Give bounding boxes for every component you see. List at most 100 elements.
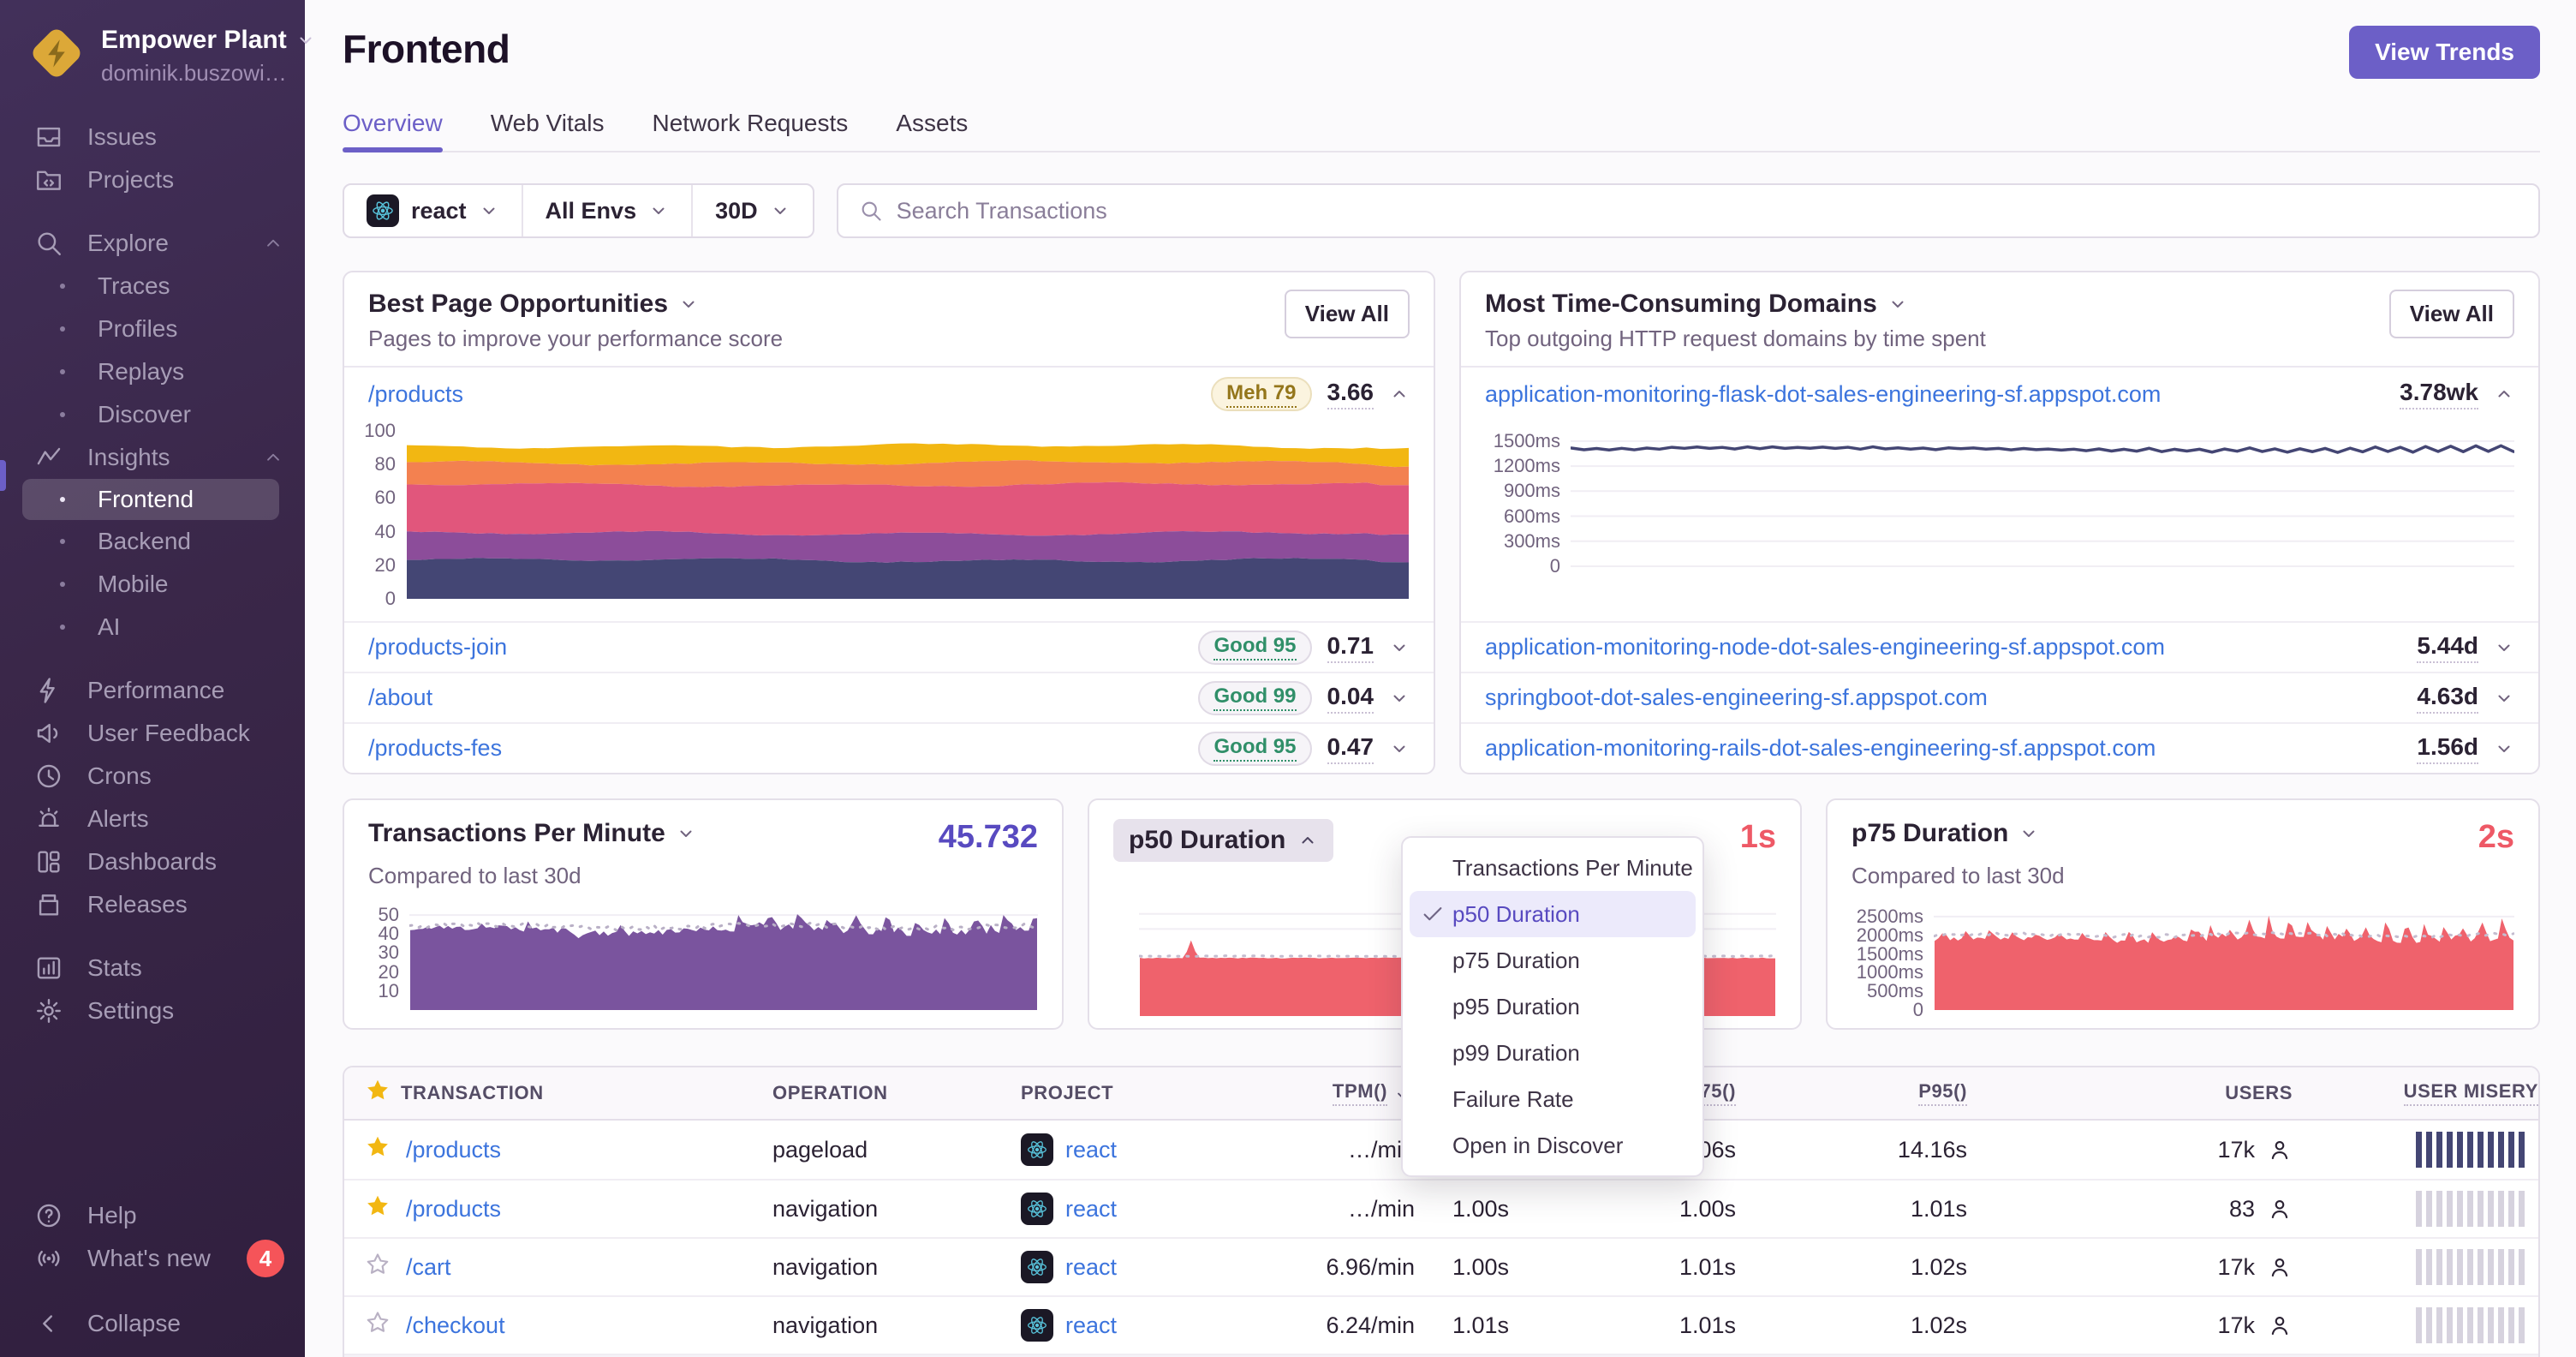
view-trends-button[interactable]: View Trends bbox=[2349, 26, 2540, 79]
org-switcher[interactable]: Empower Plant dominik.buszowiec… bbox=[0, 0, 312, 87]
sidebar-item-issues[interactable]: Issues bbox=[0, 116, 305, 158]
view-all-button[interactable]: View All bbox=[2388, 290, 2514, 338]
sidebar-item-frontend[interactable]: Frontend bbox=[22, 479, 279, 520]
sidebar-item-projects[interactable]: Projects bbox=[0, 158, 305, 201]
project-filter[interactable]: react bbox=[344, 185, 522, 236]
transaction-link[interactable]: /products bbox=[406, 1196, 501, 1222]
tpm-metric-card: Transactions Per Minute 45.732 Compared … bbox=[343, 798, 1064, 1030]
domain-row[interactable]: application-monitoring-rails-dot-sales-e… bbox=[1461, 722, 2538, 773]
chevron-down-icon[interactable] bbox=[2494, 688, 2514, 708]
metric-dropdown-menu: Transactions Per Minute p50 Duration p75… bbox=[1401, 836, 1704, 1177]
column-p95[interactable]: P95() bbox=[1736, 1080, 1967, 1106]
table-row[interactable]: /checkout navigation react 6.24/min 1.01… bbox=[344, 1295, 2538, 1354]
panel-title-selector[interactable]: Best Page Opportunities bbox=[368, 290, 783, 319]
page-row[interactable]: /about Good 99 0.04 bbox=[344, 672, 1434, 722]
page-row-expanded[interactable]: /products Meh 79 3.66 bbox=[344, 368, 1434, 421]
menu-item-p99-duration[interactable]: p99 Duration bbox=[1410, 1030, 1696, 1076]
table-row[interactable]: /cart navigation react 6.96/min 1.00s 1.… bbox=[344, 1237, 2538, 1295]
sidebar-item-explore[interactable]: Explore bbox=[0, 222, 305, 265]
page-row[interactable]: /products-fes Good 95 0.47 bbox=[344, 722, 1434, 773]
sidebar-item-releases[interactable]: Releases bbox=[0, 883, 305, 926]
sidebar-item-label: Releases bbox=[87, 891, 188, 918]
page-link[interactable]: /products-fes bbox=[368, 735, 502, 762]
sidebar-item-user-feedback[interactable]: User Feedback bbox=[0, 712, 305, 755]
table-row[interactable]: /products navigation react …/min 1.00s 1… bbox=[344, 1179, 2538, 1237]
bullet-icon bbox=[48, 412, 77, 417]
menu-item-p75-duration[interactable]: p75 Duration bbox=[1410, 937, 1696, 983]
domain-link[interactable]: application-monitoring-rails-dot-sales-e… bbox=[1485, 735, 2156, 762]
sidebar-item-traces[interactable]: Traces bbox=[0, 265, 305, 308]
project-link[interactable]: react bbox=[1065, 1312, 1117, 1339]
sidebar-item-insights[interactable]: Insights bbox=[0, 436, 305, 479]
sidebar-item-ai[interactable]: AI bbox=[0, 606, 305, 649]
domain-link[interactable]: application-monitoring-node-dot-sales-en… bbox=[1485, 634, 2165, 661]
column-project[interactable]: PROJECT bbox=[1021, 1082, 1303, 1104]
domain-link[interactable]: application-monitoring-flask-dot-sales-e… bbox=[1485, 381, 2161, 408]
favorite-star-icon[interactable] bbox=[365, 1193, 391, 1219]
chevron-down-icon[interactable] bbox=[1389, 637, 1410, 658]
sidebar-item-crons[interactable]: Crons bbox=[0, 755, 305, 798]
sidebar-item-alerts[interactable]: Alerts bbox=[0, 798, 305, 840]
transaction-link[interactable]: /checkout bbox=[406, 1312, 505, 1338]
sidebar-item-discover[interactable]: Discover bbox=[0, 393, 305, 436]
view-all-button[interactable]: View All bbox=[1284, 290, 1410, 338]
chevron-down-icon[interactable] bbox=[1389, 738, 1410, 759]
date-range-filter[interactable]: 30D bbox=[691, 185, 813, 236]
favorite-star-icon[interactable] bbox=[365, 1310, 391, 1336]
column-users[interactable]: USERS bbox=[1967, 1082, 2293, 1104]
sidebar-item-mobile[interactable]: Mobile bbox=[0, 563, 305, 606]
tab-assets[interactable]: Assets bbox=[896, 110, 968, 151]
domain-row[interactable]: application-monitoring-node-dot-sales-en… bbox=[1461, 621, 2538, 672]
chevron-up-icon[interactable] bbox=[2494, 384, 2514, 404]
panel-title-selector[interactable]: Most Time-Consuming Domains bbox=[1485, 290, 1986, 319]
transaction-link[interactable]: /cart bbox=[406, 1254, 451, 1280]
column-tpm[interactable]: TPM() bbox=[1303, 1080, 1415, 1106]
sidebar-item-collapse[interactable]: Collapse bbox=[0, 1302, 305, 1345]
project-link[interactable]: react bbox=[1065, 1254, 1117, 1281]
tab-overview[interactable]: Overview bbox=[343, 110, 443, 152]
chevron-down-icon[interactable] bbox=[1389, 688, 1410, 708]
menu-item-p50-duration[interactable]: p50 Duration bbox=[1410, 891, 1696, 937]
tab-network-requests[interactable]: Network Requests bbox=[653, 110, 849, 151]
sidebar-item-performance[interactable]: Performance bbox=[0, 669, 305, 712]
column-favorite[interactable] bbox=[344, 1078, 401, 1109]
chevron-down-icon[interactable] bbox=[2494, 738, 2514, 759]
metric-selector-open[interactable]: p50 Duration bbox=[1113, 819, 1334, 862]
menu-item-failure-rate[interactable]: Failure Rate bbox=[1410, 1076, 1696, 1122]
project-link[interactable]: react bbox=[1065, 1196, 1117, 1222]
page-link[interactable]: /products bbox=[368, 381, 463, 408]
chevron-down-icon[interactable] bbox=[2494, 637, 2514, 658]
sidebar-item-profiles[interactable]: Profiles bbox=[0, 308, 305, 350]
page-row[interactable]: /products-join Good 95 0.71 bbox=[344, 621, 1434, 672]
favorite-star-icon[interactable] bbox=[365, 1134, 391, 1160]
table-row[interactable]: /products-join pageload react 3.88/min 1… bbox=[344, 1354, 2538, 1357]
sidebar-item-help[interactable]: Help bbox=[0, 1194, 305, 1237]
metric-selector[interactable]: Transactions Per Minute bbox=[368, 819, 696, 848]
transaction-link[interactable]: /products bbox=[406, 1137, 501, 1163]
menu-item-transactions-per-minute[interactable]: Transactions Per Minute bbox=[1410, 845, 1696, 891]
sidebar-item-stats[interactable]: Stats bbox=[0, 947, 305, 989]
domain-link[interactable]: springboot-dot-sales-engineering-sf.apps… bbox=[1485, 684, 1988, 711]
page-link[interactable]: /about bbox=[368, 684, 432, 711]
environment-filter[interactable]: All Envs bbox=[521, 185, 692, 236]
sidebar-item-what-s-new[interactable]: What's new 4 bbox=[0, 1237, 305, 1280]
tab-web-vitals[interactable]: Web Vitals bbox=[491, 110, 605, 151]
menu-item-p95-duration[interactable]: p95 Duration bbox=[1410, 983, 1696, 1030]
column-user-misery[interactable]: USER MISERY bbox=[2293, 1080, 2538, 1106]
chevron-up-icon[interactable] bbox=[1389, 384, 1410, 404]
metric-selector[interactable]: p75 Duration bbox=[1852, 819, 2039, 848]
axis-tick-label: 1200ms bbox=[1493, 455, 1560, 477]
search-input[interactable] bbox=[896, 197, 2518, 224]
sidebar-item-settings[interactable]: Settings bbox=[0, 989, 305, 1032]
domain-row[interactable]: springboot-dot-sales-engineering-sf.apps… bbox=[1461, 672, 2538, 722]
sidebar-item-backend[interactable]: Backend bbox=[0, 520, 305, 563]
menu-item-open-in-discover[interactable]: Open in Discover bbox=[1410, 1122, 1696, 1169]
page-link[interactable]: /products-join bbox=[368, 634, 507, 661]
project-link[interactable]: react bbox=[1065, 1137, 1117, 1163]
column-operation[interactable]: OPERATION bbox=[772, 1082, 1021, 1104]
sidebar-item-replays[interactable]: Replays bbox=[0, 350, 305, 393]
sidebar-item-dashboards[interactable]: Dashboards bbox=[0, 840, 305, 883]
column-transaction[interactable]: TRANSACTION bbox=[401, 1082, 772, 1104]
favorite-star-icon[interactable] bbox=[365, 1252, 391, 1277]
domain-row-expanded[interactable]: application-monitoring-flask-dot-sales-e… bbox=[1461, 368, 2538, 421]
